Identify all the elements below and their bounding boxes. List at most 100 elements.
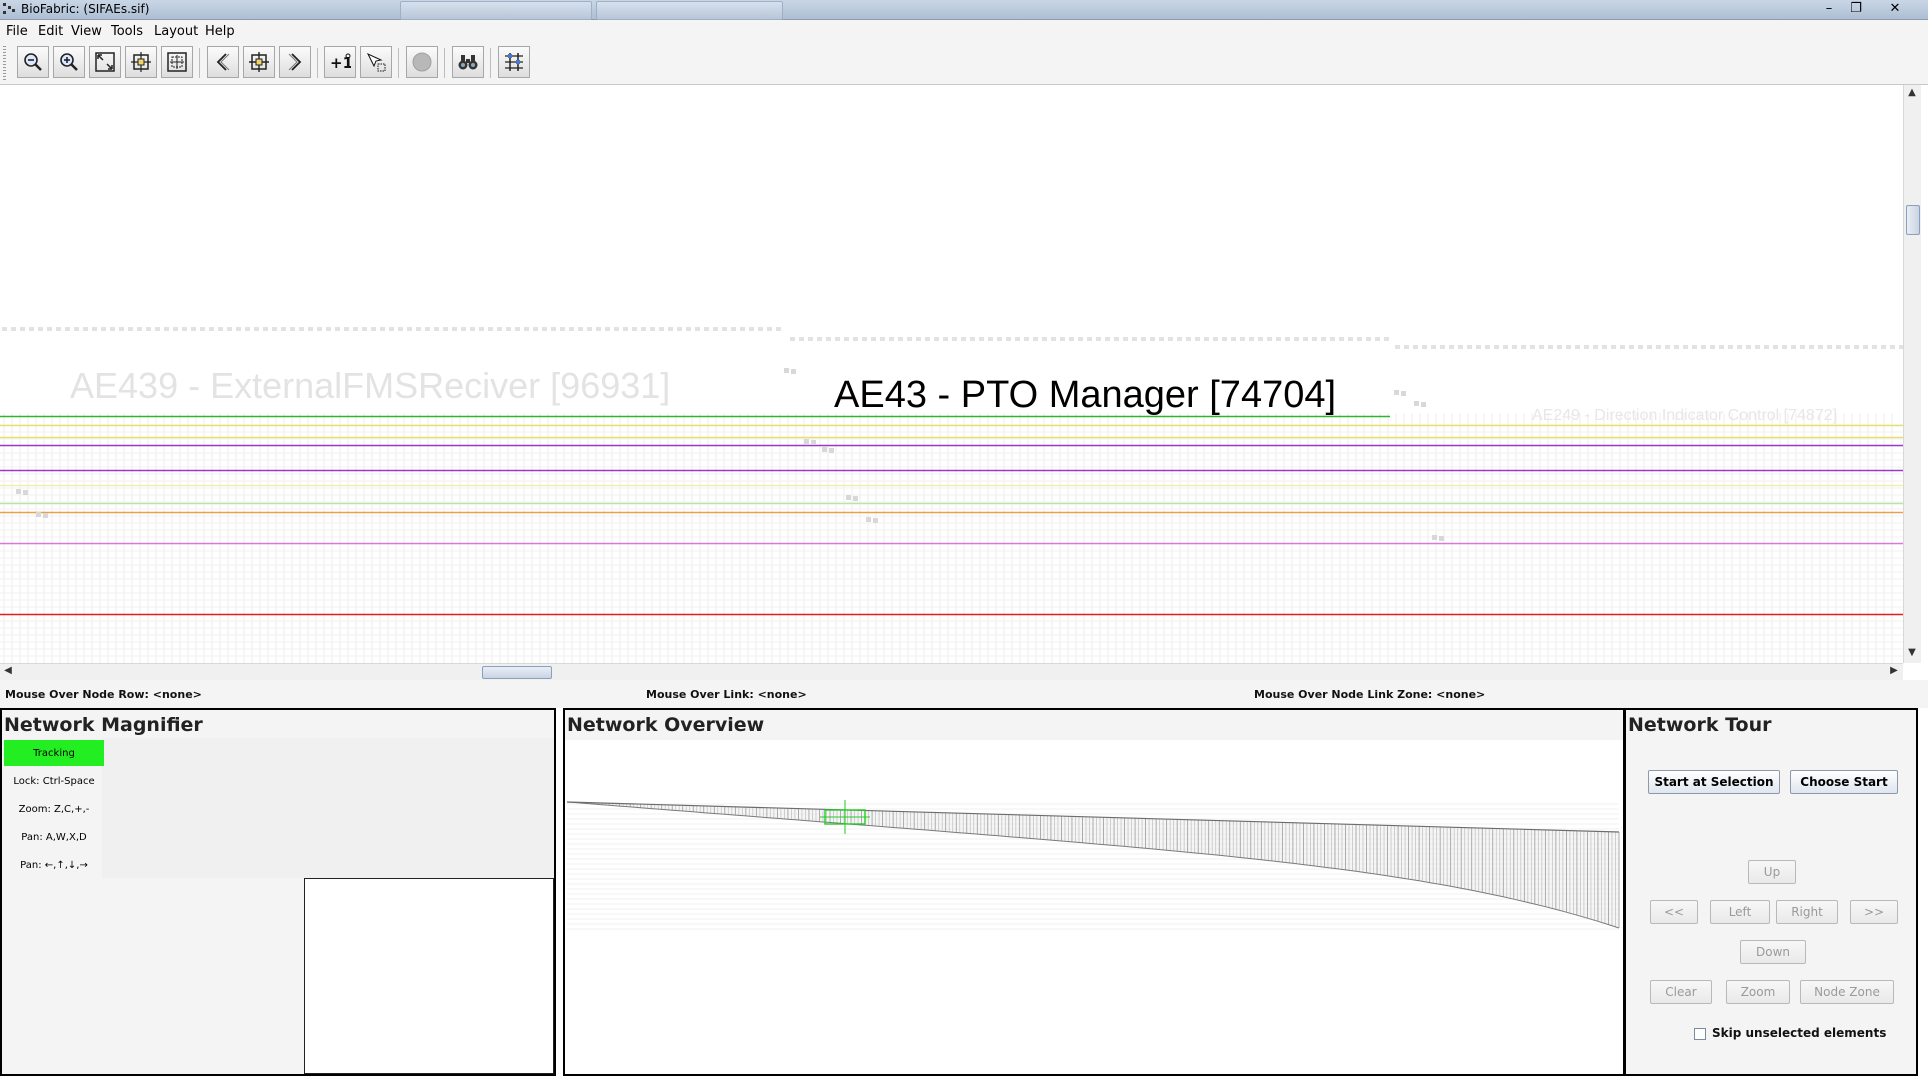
drain-marker	[925, 337, 930, 341]
drain-marker	[173, 327, 178, 331]
overview-canvas[interactable]	[565, 740, 1623, 1074]
drain-marker	[1414, 401, 1419, 406]
drain-marker	[1809, 345, 1814, 349]
tour-up-button[interactable]: Up	[1748, 860, 1796, 884]
tour-clear-button[interactable]: Clear	[1650, 980, 1712, 1004]
drain-marker	[1548, 345, 1553, 349]
center-on-selection-button[interactable]	[243, 46, 275, 78]
minimize-button[interactable]: –	[1816, 0, 1842, 18]
drain-marker	[1312, 337, 1317, 341]
drain-marker	[1431, 345, 1436, 349]
tour-far-right-button[interactable]: >>	[1850, 900, 1898, 924]
drain-marker	[434, 327, 439, 331]
drain-marker	[1521, 345, 1526, 349]
drain-marker	[371, 327, 376, 331]
drain-marker	[1303, 337, 1308, 341]
zoom-to-rect-button[interactable]	[125, 46, 157, 78]
vertical-scrollbar[interactable]: ▲ ▼	[1903, 85, 1921, 663]
drain-marker	[56, 327, 61, 331]
drain-marker	[1123, 337, 1128, 341]
drain-marker	[1401, 391, 1406, 396]
tour-down-button[interactable]: Down	[1740, 940, 1806, 964]
scroll-left-arrow[interactable]: ◀	[0, 665, 16, 676]
drain-marker	[767, 327, 772, 331]
drain-marker	[1593, 345, 1598, 349]
tour-left-button[interactable]: Left	[1710, 900, 1770, 924]
drain-marker	[1863, 345, 1868, 349]
drain-marker	[1213, 337, 1218, 341]
vertical-scroll-thumb[interactable]	[1906, 205, 1920, 235]
scroll-right-arrow[interactable]: ▶	[1886, 665, 1902, 676]
toolbar-grip[interactable]	[3, 46, 6, 80]
close-button[interactable]: ✕	[1880, 0, 1910, 18]
add-first-neighbors-button[interactable]: +1	[324, 46, 356, 78]
drain-marker	[916, 337, 921, 341]
tour-far-left-button[interactable]: <<	[1650, 900, 1698, 924]
drain-marker	[1512, 345, 1517, 349]
next-selection-button[interactable]	[279, 46, 311, 78]
drain-marker	[811, 440, 816, 445]
add-first-neighbors-icon: +1	[330, 53, 351, 72]
menu-layout[interactable]: Layout	[154, 24, 198, 39]
drain-marker	[317, 327, 322, 331]
drain-marker	[695, 327, 700, 331]
menu-help[interactable]: Help	[205, 24, 235, 39]
fabric-canvas[interactable]: AE439 - ExternalFMSReciver [96931] AE249…	[0, 85, 1903, 663]
scroll-down-arrow[interactable]: ▼	[1904, 647, 1920, 658]
drain-marker	[218, 327, 223, 331]
choose-start-button[interactable]: Choose Start	[1790, 770, 1898, 794]
tracking-indicator[interactable]: Tracking	[4, 740, 104, 766]
drain-marker	[898, 337, 903, 341]
background-window-tab	[400, 1, 592, 20]
toolbar-separator	[317, 48, 318, 78]
drain-marker	[650, 327, 655, 331]
drain-marker	[533, 327, 538, 331]
drain-marker	[1222, 337, 1227, 341]
tour-right-button[interactable]: Right	[1776, 900, 1838, 924]
select-mode-button[interactable]	[360, 46, 392, 78]
zoom-out-button[interactable]	[17, 46, 49, 78]
drain-marker	[1800, 345, 1805, 349]
center-selection-icon	[249, 52, 269, 72]
drain-marker	[1611, 345, 1616, 349]
drain-marker	[1384, 337, 1389, 341]
menu-tools[interactable]: Tools	[111, 24, 143, 39]
scroll-up-arrow[interactable]: ▲	[1904, 87, 1920, 98]
zoom-to-selection-button[interactable]	[161, 46, 193, 78]
start-at-selection-button[interactable]: Start at Selection	[1648, 770, 1780, 794]
tour-zoom-button[interactable]: Zoom	[1726, 980, 1790, 1004]
layout-settings-button[interactable]	[498, 46, 530, 78]
drain-marker	[524, 327, 529, 331]
drain-marker	[43, 513, 48, 518]
horizontal-scroll-thumb[interactable]	[482, 666, 552, 679]
zoom-to-model-button[interactable]	[89, 46, 121, 78]
drain-marker	[191, 327, 196, 331]
magnifier-view[interactable]	[304, 878, 554, 1074]
tour-node-zone-button[interactable]: Node Zone	[1800, 980, 1894, 1004]
drain-marker	[943, 337, 948, 341]
maximize-button[interactable]: ❐	[1843, 0, 1869, 18]
menu-file[interactable]: File	[6, 24, 28, 39]
drain-marker	[1141, 337, 1146, 341]
drain-marker	[677, 327, 682, 331]
binoculars-search-icon	[458, 55, 478, 70]
previous-selection-button[interactable]	[207, 46, 239, 78]
title-bar: BioFabric: (SIFAEs.sif) – ❐ ✕	[0, 0, 1928, 20]
horizontal-scrollbar[interactable]: ◀ ▶	[0, 663, 1903, 680]
pan-arrows-hint: Pan: ←,↑,↓,→	[20, 859, 88, 871]
zoom-in-button[interactable]	[53, 46, 85, 78]
skip-unselected-checkbox[interactable]	[1694, 1028, 1706, 1040]
drain-marker	[808, 337, 813, 341]
menu-edit[interactable]: Edit	[38, 24, 63, 39]
drain-marker	[1258, 337, 1263, 341]
stop-button[interactable]	[406, 46, 438, 78]
drain-marker	[1647, 345, 1652, 349]
drain-marker	[155, 327, 160, 331]
drain-marker	[1366, 337, 1371, 341]
drain-marker	[1854, 345, 1859, 349]
drain-marker	[326, 327, 331, 331]
menu-view[interactable]: View	[71, 24, 102, 39]
search-button[interactable]	[452, 46, 484, 78]
drain-marker	[1069, 337, 1074, 341]
drain-marker	[1060, 337, 1065, 341]
